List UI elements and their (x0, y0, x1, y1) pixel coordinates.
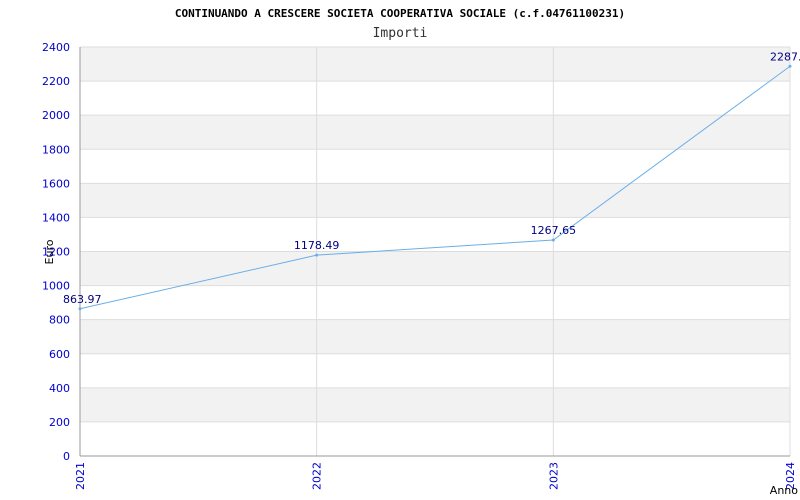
x-axis-title: Anno (770, 484, 798, 497)
y-axis-title: Euro (43, 239, 56, 264)
y-tick-label: 1800 (42, 143, 70, 156)
data-label: 1178.49 (294, 239, 340, 252)
x-tick-label: 2023 (547, 462, 560, 490)
y-tick-label: 1600 (42, 177, 70, 190)
data-point (315, 253, 319, 257)
x-tick-label: 2021 (74, 462, 87, 490)
chart-title: CONTINUANDO A CRESCERE SOCIETA COOPERATI… (175, 7, 625, 20)
background-bands (80, 47, 790, 422)
data-point (78, 307, 82, 311)
data-point (551, 238, 555, 242)
data-label: 863.97 (63, 293, 102, 306)
grid-band (80, 387, 790, 422)
line-chart: CONTINUANDO A CRESCERE SOCIETA COOPERATI… (42, 7, 800, 497)
grid-band (80, 47, 790, 82)
x-tick-label: 2022 (311, 462, 324, 490)
data-label: 2287.0 (770, 50, 800, 63)
y-tick-label: 2400 (42, 41, 70, 54)
grid-band (80, 319, 790, 354)
y-tick-label: 1000 (42, 280, 70, 293)
chart-subtitle: Importi (373, 26, 428, 41)
x-axis-ticks: 2021 2022 2023 2024 (74, 462, 797, 490)
y-tick-label: 200 (49, 416, 70, 429)
y-tick-label: 1400 (42, 211, 70, 224)
data-point (788, 64, 792, 68)
y-tick-label: 400 (49, 382, 70, 395)
y-tick-label: 2200 (42, 75, 70, 88)
y-tick-label: 800 (49, 314, 70, 327)
y-tick-label: 2000 (42, 109, 70, 122)
grid-band (80, 183, 790, 218)
grid-band (80, 251, 790, 286)
y-tick-label: 0 (63, 450, 70, 463)
y-tick-label: 600 (49, 348, 70, 361)
data-label: 1267.65 (531, 224, 577, 237)
